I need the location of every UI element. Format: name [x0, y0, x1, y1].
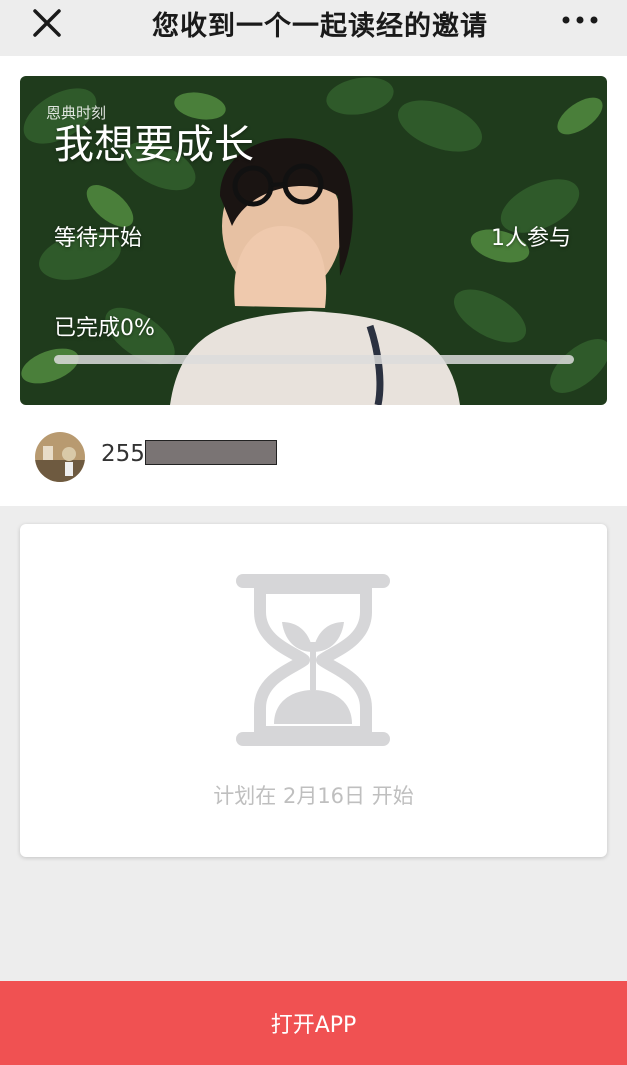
plan-cover[interactable]: 恩典时刻 我想要成长 等待开始 1人参与 已完成0%: [20, 76, 607, 405]
progress-bar: [54, 355, 574, 364]
page-title: 您收到一个一起读经的邀请: [152, 11, 488, 42]
start-date-text: 计划在 2月16日 开始: [213, 784, 414, 808]
close-icon[interactable]: [30, 6, 64, 40]
progress-label: 已完成0%: [54, 316, 155, 341]
open-app-button[interactable]: 打开APP: [0, 981, 627, 1065]
avatar[interactable]: [35, 432, 85, 482]
more-icon[interactable]: [560, 10, 600, 30]
member-row[interactable]: 255: [0, 430, 627, 484]
redaction-box: [145, 440, 277, 465]
nav-bar: 您收到一个一起读经的邀请: [0, 0, 627, 56]
plan-title: 我想要成长: [54, 122, 254, 168]
hourglass-icon: [236, 574, 390, 746]
member-name: 255: [101, 441, 145, 467]
participant-count: 1人参与: [491, 226, 571, 251]
schedule-card: 计划在 2月16日 开始: [20, 524, 607, 857]
plan-status: 等待开始: [54, 226, 143, 251]
plan-section: 恩典时刻 我想要成长 等待开始 1人参与 已完成0% 255: [0, 56, 627, 506]
